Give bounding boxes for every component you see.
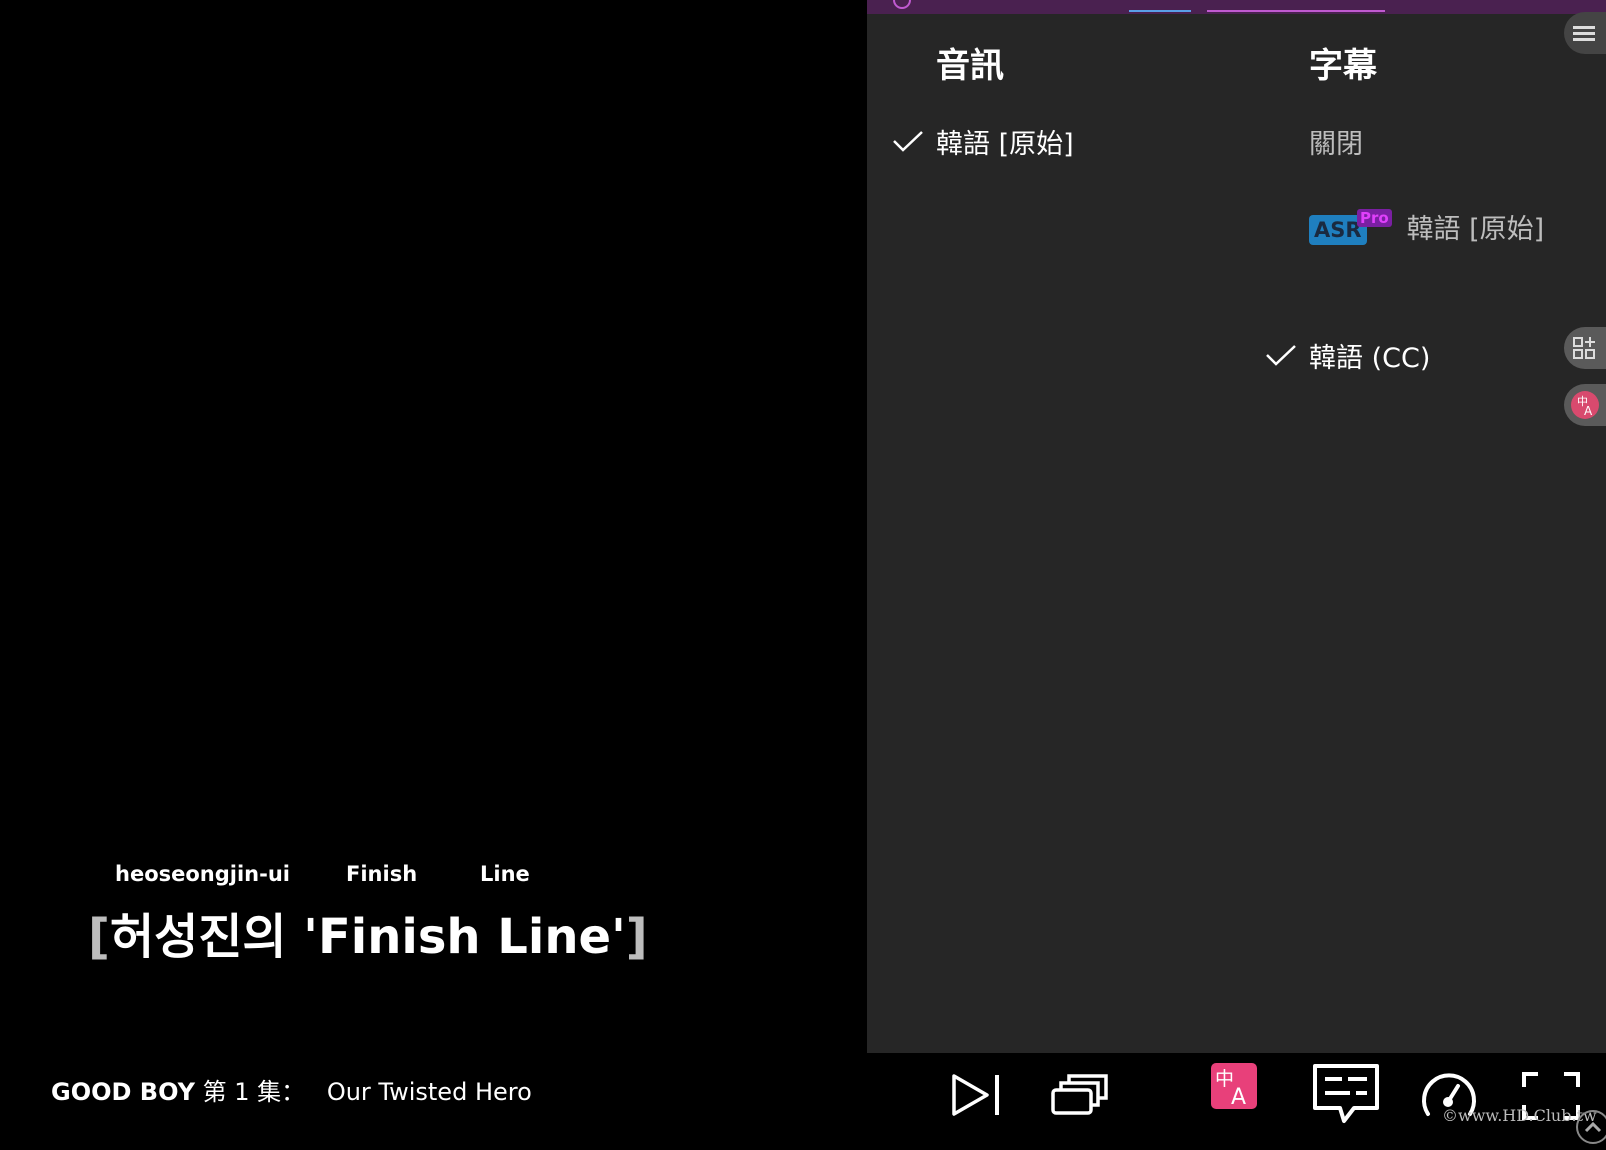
side-translate-button[interactable]: 中 A: [1564, 384, 1606, 426]
asr-badge-text: ASR: [1314, 218, 1362, 242]
chevron-up-icon: [1584, 1121, 1602, 1133]
subtitle-text: [허성진의 'Finish Line']: [88, 897, 648, 967]
topbar-link[interactable]: [1207, 10, 1385, 12]
subtitle-option-label: 韓語 [原始]: [1406, 214, 1545, 245]
scroll-to-top-button[interactable]: [1576, 1110, 1606, 1144]
audio-option-label: 韓語 [原始]: [936, 129, 1074, 160]
show-name: GOOD BOY: [51, 1078, 195, 1106]
asr-badge: ASR Pro: [1309, 209, 1392, 245]
subtitle-main: 허성진의 'Finish Line': [109, 909, 626, 965]
subtitles-icon[interactable]: [1312, 1063, 1380, 1125]
svg-text:A: A: [1231, 1085, 1246, 1109]
svg-text:A: A: [1584, 404, 1593, 418]
subtitle-open-bracket: [: [88, 909, 110, 965]
audio-subtitle-panel: 音訊 字幕 韓語 [原始] 關閉 ASR Pro 韓語 [原始] 韓語 (CC): [867, 0, 1606, 1053]
extension-icon[interactable]: [893, 0, 911, 9]
translate-icon[interactable]: 中 A: [1211, 1063, 1257, 1109]
subtitle-romanization: Finish: [346, 862, 418, 886]
audio-heading: 音訊: [936, 46, 1004, 86]
subtitle-option-label: 關閉: [1309, 129, 1363, 160]
episode-label: 第 1 集：: [202, 1078, 306, 1106]
check-icon: [1266, 345, 1296, 366]
subtitle-close-bracket: ]: [625, 909, 648, 965]
episodes-icon[interactable]: [1050, 1072, 1110, 1116]
translate-icon: 中 A: [1571, 391, 1599, 419]
extension-topbar: [867, 0, 1606, 14]
next-episode-icon[interactable]: [951, 1073, 1003, 1117]
menu-icon: [1573, 26, 1595, 41]
subtitle-romanization: heoseongjin-ui: [115, 862, 290, 886]
subtitle-option-label: 韓語 (CC): [1309, 343, 1431, 374]
subtitle-romanization: Line: [480, 862, 530, 886]
side-apps-button[interactable]: [1564, 327, 1606, 369]
subtitles-heading: 字幕: [1309, 46, 1377, 86]
subtitle-option-asr-korean[interactable]: ASR Pro 韓語 [原始]: [1309, 207, 1549, 253]
pro-badge: Pro: [1357, 209, 1392, 227]
video-player[interactable]: heoseongjin-ui Finish Line [허성진의 'Finish…: [0, 0, 1606, 1150]
side-menu-button[interactable]: [1564, 12, 1606, 54]
check-icon: [893, 131, 923, 152]
apps-add-icon: [1573, 337, 1595, 359]
topbar-link[interactable]: [1129, 10, 1191, 12]
watermark: ©www.HD.Club.tw: [1442, 1106, 1597, 1125]
episode-name: Our Twisted Hero: [326, 1078, 532, 1106]
episode-title: GOOD BOY 第 1 集： Our Twisted Hero: [51, 1072, 532, 1107]
